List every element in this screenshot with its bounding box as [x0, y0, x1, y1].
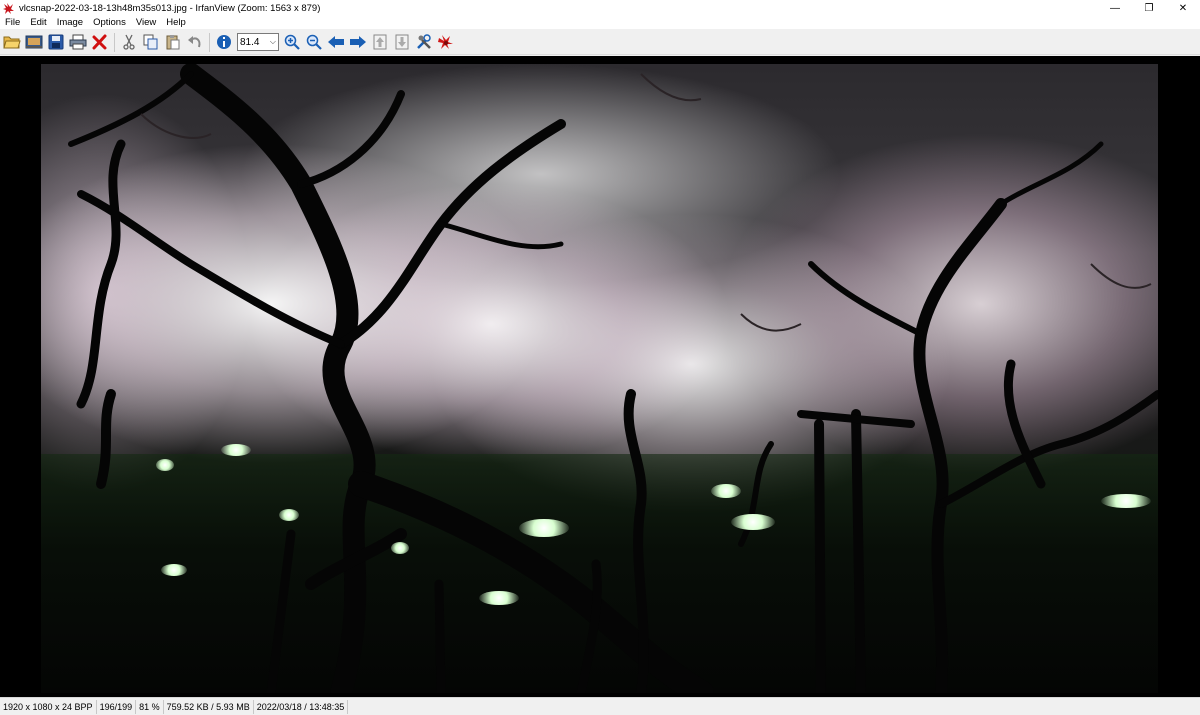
menu-edit[interactable]: Edit — [25, 16, 51, 30]
maximize-button[interactable]: ❐ — [1132, 0, 1166, 16]
minimize-button[interactable]: — — [1098, 0, 1132, 16]
image-viewport[interactable] — [0, 56, 1200, 697]
menu-bar: File Edit Image Options View Help — [0, 16, 1200, 30]
menu-help[interactable]: Help — [161, 16, 191, 30]
garden-light — [1101, 494, 1151, 508]
garden-light — [391, 542, 409, 554]
properties-button[interactable] — [413, 32, 434, 53]
irfanview-logo-icon — [437, 35, 453, 49]
garden-light — [519, 519, 569, 537]
first-file-icon — [373, 34, 386, 50]
restore-icon: ❐ — [1144, 2, 1154, 14]
open-folder-icon — [2, 36, 21, 49]
previous-icon — [327, 36, 344, 48]
garden-light — [479, 591, 519, 605]
menu-file[interactable]: File — [0, 16, 25, 30]
print-icon — [69, 34, 86, 50]
save-button[interactable] — [45, 32, 66, 53]
zoom-in-icon — [284, 34, 300, 50]
info-button[interactable] — [213, 32, 234, 53]
status-zoom-percent: 81 % — [136, 699, 164, 714]
minimize-icon: — — [1110, 2, 1120, 14]
settings-icon — [416, 34, 431, 49]
garden-light — [279, 509, 299, 521]
garden-light — [161, 564, 187, 576]
status-file-size: 759.52 KB / 5.93 MB — [164, 699, 254, 714]
toolbar-separator — [114, 32, 115, 52]
last-file-button[interactable] — [391, 32, 412, 53]
last-file-icon — [395, 34, 408, 50]
chevron-down-icon: ⌵ — [269, 37, 276, 46]
zoom-level-select[interactable]: 81.4 ⌵ — [237, 33, 279, 51]
garden-light — [156, 459, 174, 471]
displayed-image — [41, 64, 1158, 693]
zoom-out-icon — [306, 34, 322, 50]
toolbar: 81.4 ⌵ — [0, 30, 1200, 55]
print-button[interactable] — [67, 32, 88, 53]
close-icon: ✕ — [1178, 2, 1188, 14]
irfanview-app-icon — [2, 2, 15, 15]
next-icon — [349, 36, 366, 48]
irfanview-window: vlcsnap-2022-03-18-13h48m35s013.jpg - Ir… — [0, 0, 1200, 715]
toolbar-separator — [209, 32, 210, 52]
cut-icon — [122, 34, 135, 50]
about-button[interactable] — [435, 32, 456, 53]
open-button[interactable] — [1, 32, 22, 53]
menu-view[interactable]: View — [131, 16, 161, 30]
status-file-index: 196/199 — [97, 699, 137, 714]
zoom-out-button[interactable] — [303, 32, 324, 53]
delete-icon — [92, 34, 106, 50]
info-icon — [216, 35, 231, 49]
delete-button[interactable] — [89, 32, 110, 53]
undo-button[interactable] — [184, 32, 205, 53]
next-file-button[interactable] — [347, 32, 368, 53]
garden-light — [221, 444, 251, 456]
previous-file-button[interactable] — [325, 32, 346, 53]
paste-icon — [166, 35, 179, 50]
copy-button[interactable] — [140, 32, 161, 53]
menu-image[interactable]: Image — [52, 16, 88, 30]
menu-options[interactable]: Options — [88, 16, 131, 30]
cut-button[interactable] — [118, 32, 139, 53]
undo-icon — [187, 36, 200, 48]
close-button[interactable]: ✕ — [1166, 0, 1200, 16]
tree-branches-silhouette — [68, 64, 1158, 693]
garden-light — [711, 484, 741, 498]
title-bar: vlcsnap-2022-03-18-13h48m35s013.jpg - Ir… — [0, 0, 1200, 16]
first-file-button[interactable] — [369, 32, 390, 53]
save-icon — [48, 34, 63, 50]
copy-icon — [143, 34, 157, 50]
window-title: vlcsnap-2022-03-18-13h48m35s013.jpg - Ir… — [19, 2, 321, 14]
status-bar: 1920 x 1080 x 24 BPP 196/199 81 % 759.52… — [0, 697, 1200, 715]
zoom-level-value: 81.4 — [240, 36, 260, 48]
paste-button[interactable] — [162, 32, 183, 53]
zoom-in-button[interactable] — [281, 32, 302, 53]
slideshow-icon — [25, 35, 42, 49]
garden-light — [731, 514, 775, 530]
status-image-dimensions: 1920 x 1080 x 24 BPP — [0, 699, 97, 714]
slideshow-button[interactable] — [23, 32, 44, 53]
status-datetime: 2022/03/18 / 13:48:35 — [254, 699, 349, 714]
window-controls: — ❐ ✕ — [1098, 0, 1200, 16]
